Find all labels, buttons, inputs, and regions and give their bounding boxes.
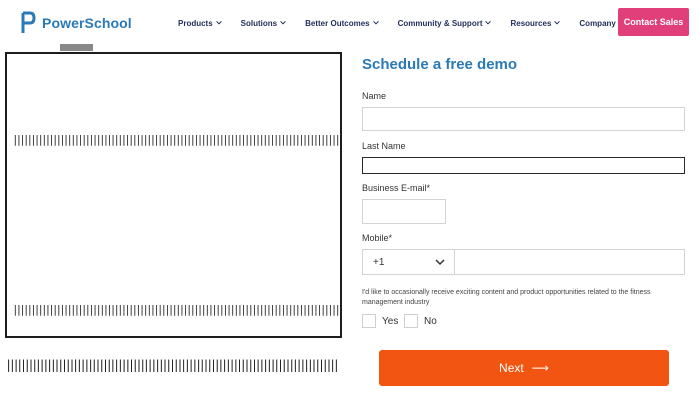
- nav-resources[interactable]: Resources: [510, 19, 561, 28]
- yes-checkbox[interactable]: [362, 314, 376, 328]
- nav-company-label: Company: [579, 18, 616, 28]
- nav-products-label: Products: [178, 18, 213, 28]
- next-button[interactable]: Next ⟶: [379, 350, 669, 386]
- distorted-text-strip: ||||||||||||||||||||||||||||||||||||||||…: [12, 134, 342, 146]
- business-email-field[interactable]: [362, 199, 446, 224]
- country-code-value: +1: [373, 256, 385, 268]
- distorted-text-line: ||||||||||||||||||||||||||||||||||||||||…: [5, 358, 338, 372]
- chevron-down-icon: [554, 21, 561, 25]
- form-title: Schedule a free demo: [362, 56, 518, 73]
- distorted-text-strip: ||||||||||||||||||||||||||||||||||||||||…: [12, 304, 342, 316]
- business-email-label: Business E-mail*: [362, 183, 431, 193]
- consent-text: I'd like to occasionally receive excitin…: [362, 289, 651, 306]
- main-nav: Products Solutions Better Outcomes Commu…: [178, 14, 626, 32]
- mobile-label: Mobile*: [362, 233, 393, 243]
- nav-better-outcomes-label: Better Outcomes: [305, 18, 370, 28]
- name-field[interactable]: [362, 107, 685, 131]
- chevron-down-icon: [372, 21, 379, 25]
- logo[interactable]: PowerSchool: [20, 10, 132, 36]
- nav-solutions[interactable]: Solutions: [241, 19, 287, 28]
- no-label: No: [424, 315, 437, 327]
- powerschool-logo-icon: [21, 11, 36, 33]
- last-name-label: Last Name: [362, 141, 406, 151]
- logo-text: PowerSchool: [42, 15, 132, 31]
- carousel-indicator[interactable]: [60, 44, 93, 51]
- chevron-down-icon: [215, 21, 222, 25]
- nav-solutions-label: Solutions: [240, 18, 278, 28]
- media-panel: ||||||||||||||||||||||||||||||||||||||||…: [5, 52, 342, 338]
- nav-resources-label: Resources: [510, 18, 552, 28]
- name-label: Name: [362, 91, 387, 101]
- nav-community-support[interactable]: Community & Support: [398, 19, 493, 28]
- yes-label: Yes: [382, 315, 399, 327]
- country-code-select[interactable]: +1: [363, 250, 455, 274]
- nav-community-support-label: Community & Support: [397, 18, 483, 28]
- no-checkbox[interactable]: [404, 314, 418, 328]
- chevron-down-icon: [435, 259, 445, 266]
- last-name-field[interactable]: [362, 157, 685, 174]
- site-header: PowerSchool Products Solutions Better Ou…: [0, 0, 700, 46]
- chevron-down-icon: [485, 21, 492, 25]
- consent-no-option[interactable]: No: [404, 314, 437, 328]
- arrow-right-icon: ⟶: [531, 361, 549, 375]
- mobile-number-input[interactable]: [455, 250, 684, 274]
- chevron-down-icon: [280, 21, 286, 25]
- nav-products[interactable]: Products: [178, 19, 223, 28]
- nav-better-outcomes[interactable]: Better Outcomes: [305, 19, 379, 28]
- distorted-text-area: ||||||||||||||||||||||||||||||||||||||||…: [5, 344, 338, 392]
- mobile-field-group: +1: [362, 249, 685, 275]
- contact-sales-button[interactable]: Contact Sales: [618, 8, 689, 36]
- next-button-label: Next: [499, 361, 524, 375]
- consent-yes-option[interactable]: Yes: [362, 314, 398, 328]
